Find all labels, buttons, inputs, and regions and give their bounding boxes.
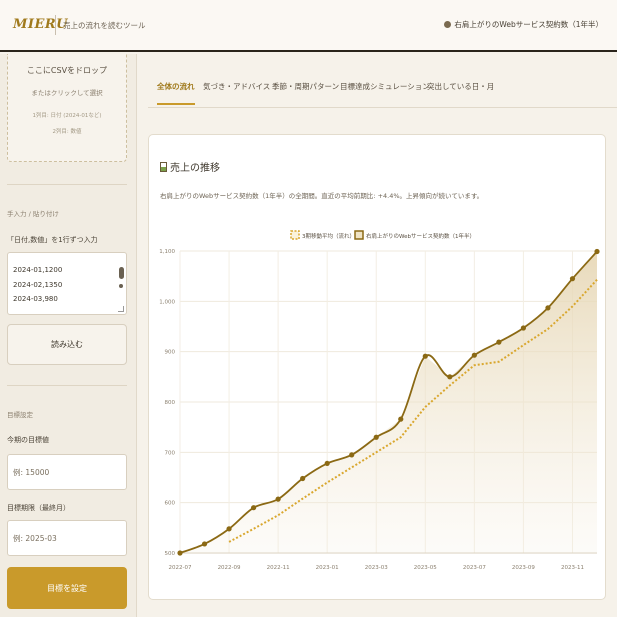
data-point xyxy=(349,452,355,458)
data-point xyxy=(496,339,502,345)
y-tick-label: 900 xyxy=(165,350,176,356)
x-tick-label: 2023-01 xyxy=(316,565,339,571)
legend-swatch-moving-average xyxy=(290,230,300,240)
x-tick-label: 2023-09 xyxy=(512,565,535,571)
data-point xyxy=(569,276,576,282)
data-point xyxy=(300,475,306,482)
data-point xyxy=(594,248,600,255)
y-tick-label: 600 xyxy=(165,501,176,507)
x-tick-label: 2023-03 xyxy=(365,565,388,571)
x-tick-label: 2022-11 xyxy=(267,565,290,571)
sidebar: ここにCSVをドロップ またはクリックして選択 1列目: 日付 (2024-01… xyxy=(0,54,137,617)
tab-insights[interactable]: 気づき・アドバイス xyxy=(203,81,270,103)
goal-deadline-input[interactable]: 例: 2025-03 xyxy=(7,520,127,556)
legend-label-actual: 右肩上がりのWebサービス契約数（1年半） xyxy=(366,232,475,240)
y-tick-label: 800 xyxy=(165,400,176,406)
dataset-label: 右肩上がりのWebサービス契約数（1年半） xyxy=(454,20,603,29)
card-description: 右肩上がりのWebサービス契約数（1年半）の全期間。直近の平均前期比: +4.4… xyxy=(160,192,484,200)
main-tabs: 全体の流れ 気づき・アドバイス 季節・周期パターン 目標達成シミュレーション 突… xyxy=(148,72,617,108)
data-point xyxy=(447,374,453,380)
tab-outliers[interactable]: 突出している日・月 xyxy=(427,81,494,103)
dropzone-hint-date: 1列目: 日付 (2024-01など) xyxy=(32,113,102,119)
sidebar-divider xyxy=(7,184,127,185)
goal-deadline-label: 目標期限（最終月） xyxy=(7,504,70,512)
data-point xyxy=(520,325,527,331)
header-divider xyxy=(55,15,56,35)
data-point xyxy=(545,305,551,311)
data-point xyxy=(201,541,208,547)
x-tick-label: 2022-09 xyxy=(218,565,241,571)
card-title-text: 売上の推移 xyxy=(170,163,220,174)
app-tagline: 売上の流れを読むツール xyxy=(63,21,146,30)
data-point xyxy=(373,434,379,440)
data-point xyxy=(398,416,404,422)
tab-overview[interactable]: 全体の流れ xyxy=(157,81,195,105)
manual-section-label: 手入力 / 貼り付け xyxy=(7,210,59,218)
app-header: MIERU 売上の流れを読むツール 右肩上がりのWebサービス契約数（1年半） xyxy=(0,0,617,52)
csv-dropzone[interactable]: ここにCSVをドロップ またはクリックして選択 1列目: 日付 (2024-01… xyxy=(7,54,127,162)
dropzone-hint-value: 2列目: 数値 xyxy=(52,129,82,135)
x-tick-label: 2023-07 xyxy=(463,565,486,571)
sidebar-divider xyxy=(7,385,127,386)
tab-goal-simulation[interactable]: 目標達成シミュレーション xyxy=(340,81,430,103)
chart-icon xyxy=(160,161,167,172)
dataset-icon xyxy=(444,21,452,28)
card-title: 売上の推移 xyxy=(160,159,220,174)
textarea-line: 2024-01,1200 xyxy=(13,266,63,274)
x-tick-label: 2022-07 xyxy=(169,565,192,571)
goal-section-label: 目標設定 xyxy=(7,411,33,419)
textarea-line: 2024-03,980 xyxy=(13,295,58,303)
set-goal-button[interactable]: 目標を設定 xyxy=(7,567,127,609)
data-point xyxy=(250,505,257,511)
data-point xyxy=(324,460,330,467)
goal-value-input[interactable]: 例: 15000 xyxy=(7,454,127,490)
tab-seasonal[interactable]: 季節・周期パターン xyxy=(272,81,339,103)
legend-swatch-actual xyxy=(354,230,364,240)
textarea-scrollbar[interactable] xyxy=(119,267,124,279)
data-point xyxy=(471,352,477,358)
data-point xyxy=(275,496,281,502)
y-tick-label: 500 xyxy=(165,551,176,557)
goal-value-label: 今期の目標値 xyxy=(7,436,49,444)
y-tick-label: 700 xyxy=(165,450,176,456)
trend-card: 売上の推移 右肩上がりのWebサービス契約数（1年半）の全期間。直近の平均前期比… xyxy=(148,134,606,600)
x-tick-label: 2023-11 xyxy=(561,565,584,571)
resize-grip-icon[interactable] xyxy=(118,306,124,312)
manual-input-label: 「日付,数値」を1行ずつ入力 xyxy=(7,236,98,244)
textarea-scroll-indicator xyxy=(119,284,123,288)
manual-data-textarea[interactable]: 2024-01,1200 2024-02,1350 2024-03,980 xyxy=(7,252,127,315)
textarea-line: 2024-02,1350 xyxy=(13,280,63,289)
dropzone-subtitle: またはクリックして選択 xyxy=(31,89,103,97)
y-tick-label: 1,000 xyxy=(159,299,175,305)
app-logo: MIERU xyxy=(13,17,69,32)
dataset-selector[interactable]: 右肩上がりのWebサービス契約数（1年半） xyxy=(444,19,603,30)
x-tick-label: 2023-05 xyxy=(414,565,437,571)
data-point xyxy=(422,353,428,359)
load-button[interactable]: 読み込む xyxy=(7,324,127,365)
legend-label-moving-average: 3期移動平均（流れ） xyxy=(302,232,355,240)
sales-line-chart: 1,100 1,000 900 800 700 600 500 2022-07 2022-09 2… xyxy=(159,230,600,571)
data-point xyxy=(177,550,183,556)
data-point xyxy=(226,526,232,532)
y-tick-label: 1,100 xyxy=(159,249,175,255)
dropzone-title: ここにCSVをドロップ xyxy=(26,66,108,75)
